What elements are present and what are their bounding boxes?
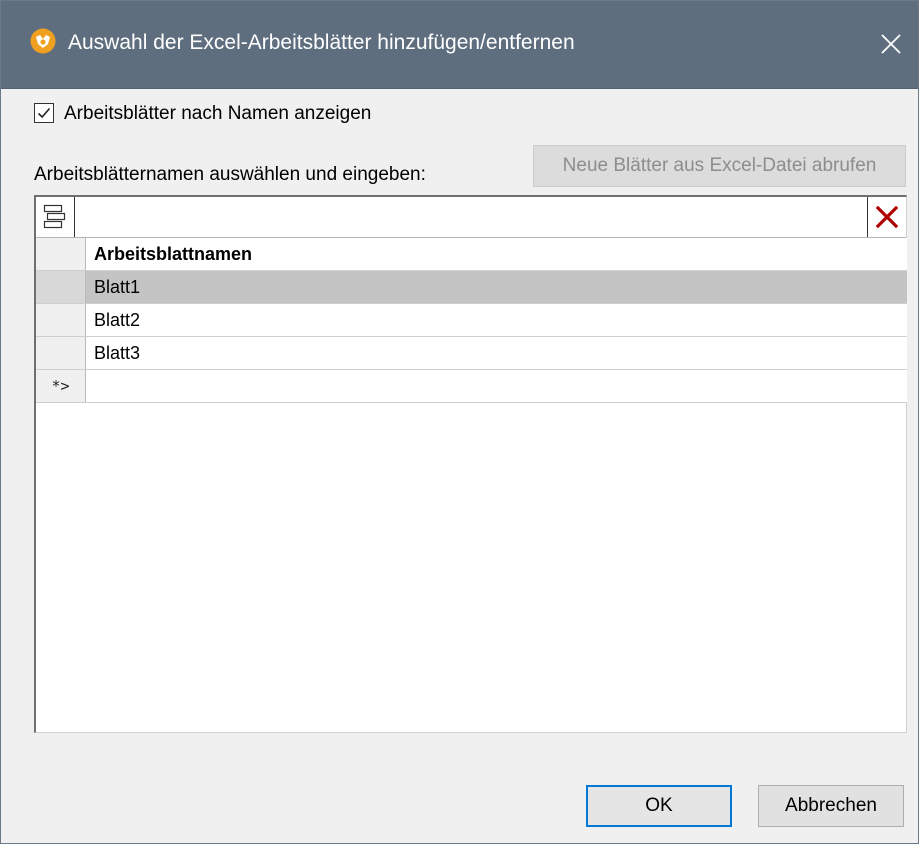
window-title: Auswahl der Excel-Arbeitsblätter hinzufü… — [68, 31, 575, 54]
show-by-name-checkbox[interactable] — [34, 103, 54, 123]
delete-row-button[interactable] — [867, 197, 906, 237]
fetch-sheets-button[interactable]: Neue Blätter aus Excel-Datei abrufen — [533, 145, 906, 187]
sheet-name-cell[interactable]: Blatt1 — [86, 271, 907, 303]
sheet-names-table: Arbeitsblattnamen Blatt1 Blatt2 Blatt3 *… — [36, 238, 907, 403]
new-sheet-name-cell[interactable] — [86, 370, 907, 402]
new-row-marker: *> — [36, 370, 86, 402]
sheet-name-cell[interactable]: Blatt3 — [86, 337, 907, 369]
close-button[interactable] — [872, 25, 910, 63]
column-header: Arbeitsblattnamen — [94, 244, 253, 264]
table-row[interactable]: Blatt1 — [36, 271, 907, 304]
delete-icon — [875, 205, 899, 229]
checkmark-icon — [37, 107, 51, 119]
row-header-cell[interactable] — [36, 337, 86, 369]
row-header-cell — [36, 238, 86, 270]
select-names-label: Arbeitsblätternamen auswählen und eingeb… — [34, 164, 426, 185]
new-row[interactable]: *> — [36, 370, 907, 403]
row-header-cell[interactable] — [36, 271, 86, 303]
title-bar: Auswahl der Excel-Arbeitsblätter hinzufü… — [1, 1, 918, 89]
dialog-window: Auswahl der Excel-Arbeitsblätter hinzufü… — [0, 0, 919, 844]
ok-button[interactable]: OK — [586, 785, 732, 827]
table-row[interactable]: Blatt3 — [36, 337, 907, 370]
close-icon — [881, 34, 901, 54]
row-header-cell[interactable] — [36, 304, 86, 336]
sheet-names-grid: Arbeitsblattnamen Blatt1 Blatt2 Blatt3 *… — [34, 195, 907, 733]
insert-row-icon — [43, 204, 66, 229]
table-row[interactable]: Blatt2 — [36, 304, 907, 337]
grid-toolbar — [36, 197, 906, 238]
table-header-row: Arbeitsblattnamen — [36, 238, 907, 271]
insert-row-button[interactable] — [36, 197, 75, 237]
sheet-name-cell[interactable]: Blatt2 — [86, 304, 907, 336]
app-logo-icon — [30, 28, 56, 54]
show-by-name-label: Arbeitsblätter nach Namen anzeigen — [64, 103, 372, 124]
cancel-button[interactable]: Abbrechen — [758, 785, 904, 827]
